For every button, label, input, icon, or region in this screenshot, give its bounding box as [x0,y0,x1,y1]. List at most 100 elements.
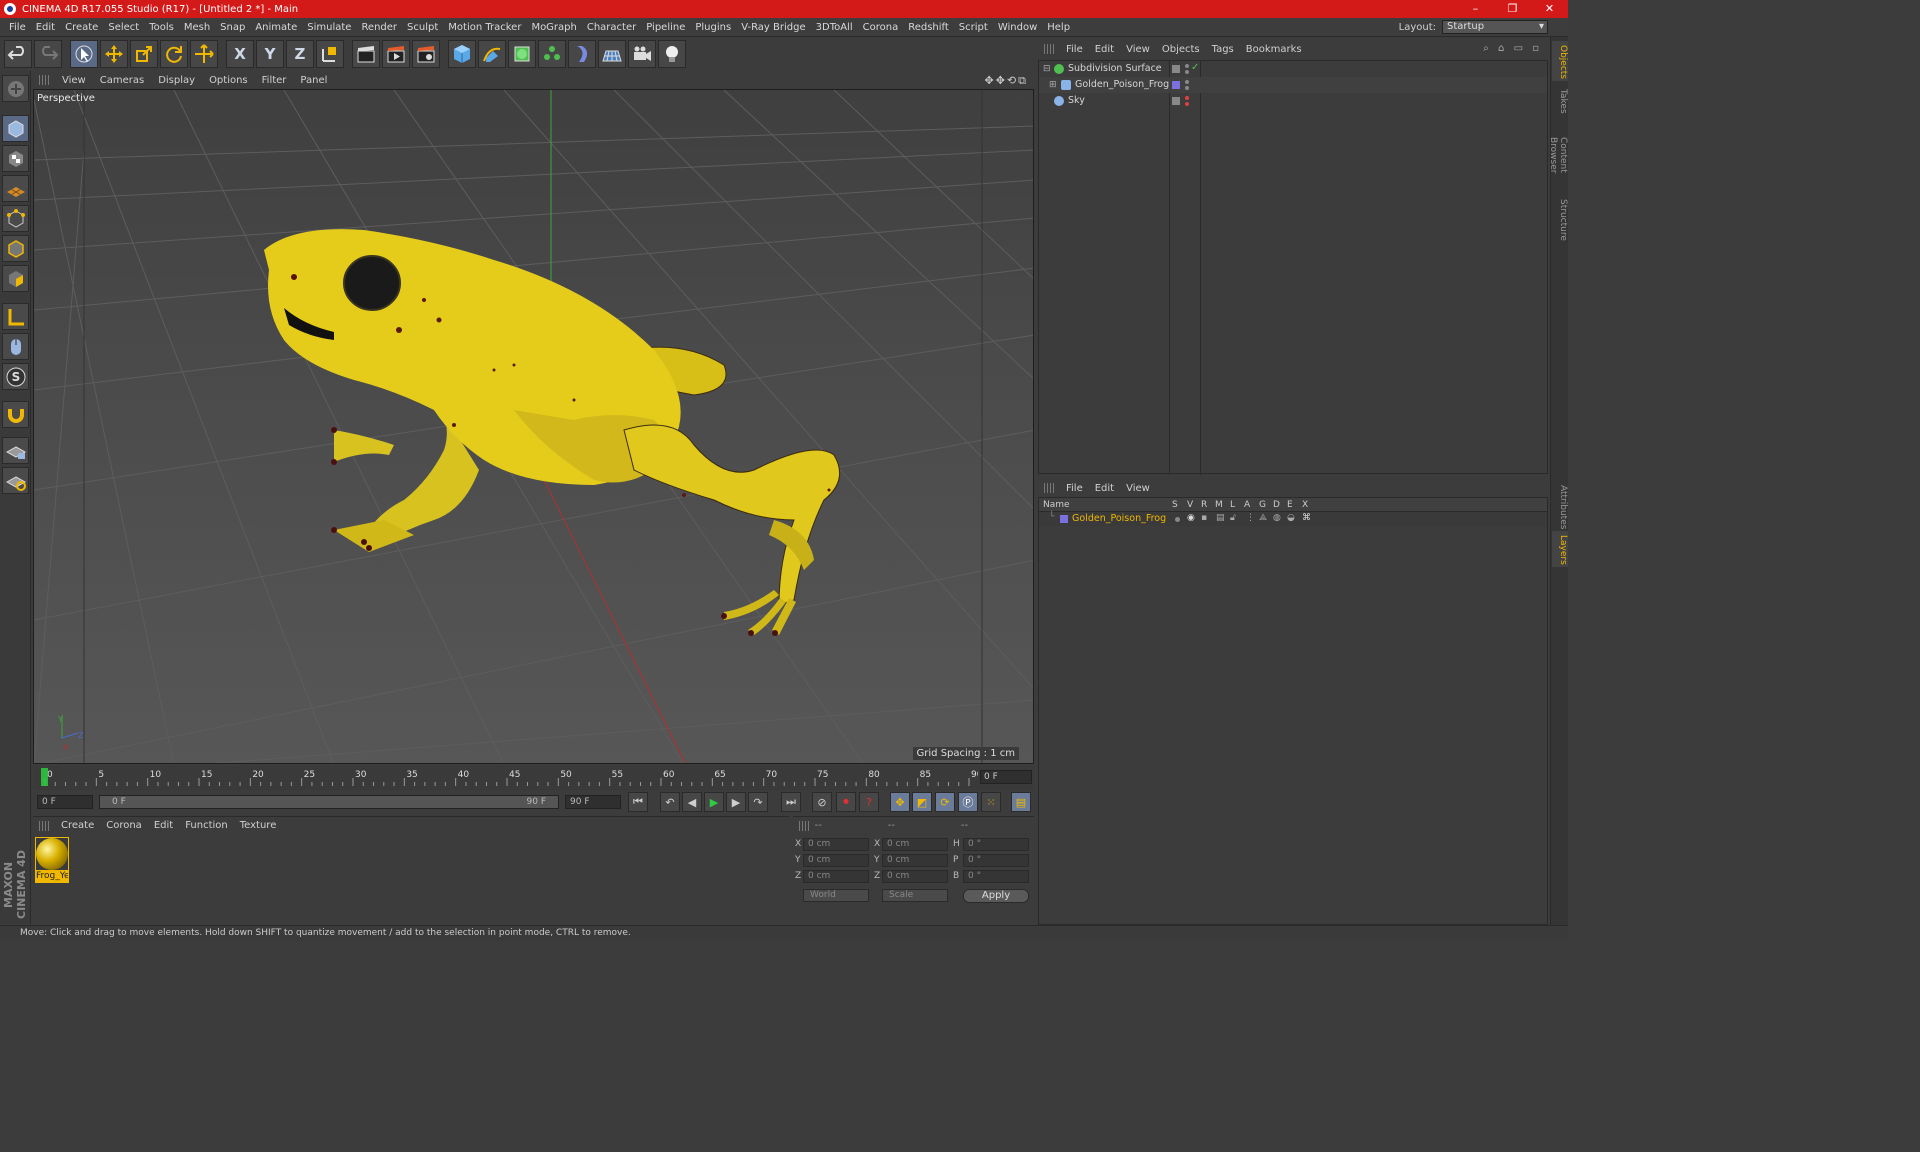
rotation-h-field[interactable]: 0 ° [963,838,1029,851]
object-row-sky[interactable]: Sky [1039,93,1547,109]
layer-column-render[interactable]: R [1201,500,1207,510]
layer-manager-icon[interactable]: ▤ [1216,513,1225,523]
make-editable-button[interactable] [2,75,29,102]
motion-path-button[interactable]: ⊘ [812,792,832,812]
objects-menu-file[interactable]: File [1060,44,1089,55]
menu-snap[interactable]: Snap [215,22,250,33]
close-button[interactable]: ✕ [1531,0,1568,18]
z-axis-lock-button[interactable]: Z [286,40,314,68]
start-frame-field[interactable]: 0 F [37,795,93,809]
go-to-start-button[interactable]: ⏮ [628,792,648,812]
restore-button[interactable]: ❐ [1494,0,1531,18]
floor-button[interactable] [598,40,626,68]
panel-grip-icon[interactable] [1044,44,1054,54]
timeline-ruler[interactable]: 051015202530354045505560657075808590 0 F [33,766,1034,790]
viewport-menu-display[interactable]: Display [151,75,202,86]
editor-visibility-dot[interactable] [1185,80,1189,84]
layer-column-deformers[interactable]: D [1273,500,1280,510]
layer-column-solo[interactable]: S [1172,500,1178,510]
layer-column-locked[interactable]: L [1230,500,1235,510]
objects-menu-objects[interactable]: Objects [1156,44,1206,55]
layer-xref-icon[interactable]: ⌘ [1302,513,1311,523]
texture-mode-button[interactable] [2,145,29,172]
current-frame-field[interactable]: 0 F [980,770,1032,784]
render-visibility-dot[interactable] [1185,102,1189,106]
apply-button[interactable]: Apply [963,889,1029,903]
render-picture-viewer-button[interactable] [382,40,410,68]
scale-tool-button[interactable] [130,40,158,68]
tab-objects[interactable]: Objects [1552,41,1568,81]
display-tag-icon[interactable] [1172,65,1180,73]
menu-sculpt[interactable]: Sculpt [402,22,443,33]
key-scale-button[interactable]: ◩ [912,792,932,812]
size-x-field[interactable]: 0 cm [882,838,948,851]
layer-solo-toggle[interactable] [1175,517,1180,522]
objects-menu-view[interactable]: View [1120,44,1156,55]
key-position-button[interactable]: ✥ [890,792,910,812]
minimize-button[interactable]: – [1457,0,1494,18]
layer-column-name[interactable]: Name [1043,500,1070,510]
layer-color-swatch[interactable] [1060,515,1068,523]
layer-animation-icon[interactable]: ⋮ [1246,513,1255,523]
expand-toggle-icon[interactable]: ⊞ [1049,80,1057,90]
layer-render-icon[interactable]: ▪ [1201,513,1207,523]
layer-generators-icon[interactable]: ⟁ [1259,513,1267,523]
layers-menu-file[interactable]: File [1060,483,1089,494]
transform-tool-button[interactable] [190,40,218,68]
subdivision-surface-button[interactable] [508,40,536,68]
model-mode-button[interactable] [2,115,29,142]
layout-dropdown[interactable]: Startup [1442,20,1548,34]
light-button[interactable] [658,40,686,68]
key-parameter-button[interactable]: Ⓟ [958,792,978,812]
workplane-rotate-button[interactable] [2,467,29,494]
render-visibility-dot[interactable] [1185,70,1189,74]
layer-column-manager[interactable]: M [1215,500,1223,510]
undo-button[interactable] [4,40,32,68]
objects-menu-edit[interactable]: Edit [1089,44,1120,55]
display-tag-icon[interactable] [1172,97,1180,105]
menu-select[interactable]: Select [103,22,144,33]
menu-simulate[interactable]: Simulate [302,22,356,33]
editor-visibility-dot[interactable] [1185,64,1189,68]
coordinate-system-button[interactable] [316,40,344,68]
camera-button[interactable] [628,40,656,68]
menu-mograph[interactable]: MoGraph [526,22,581,33]
material-swatch[interactable]: Frog_Ye [35,837,69,883]
next-key-button[interactable]: ↷ [748,792,768,812]
panel-grip-icon[interactable] [1044,483,1054,493]
workplane-lock-button[interactable] [2,437,29,464]
menu-character[interactable]: Character [582,22,641,33]
viewport-menu-cameras[interactable]: Cameras [93,75,151,86]
tab-takes[interactable]: Takes [1552,85,1568,115]
redo-button[interactable] [34,40,62,68]
menu-script[interactable]: Script [954,22,993,33]
edges-mode-button[interactable] [2,235,29,262]
object-row-golden-poison-frog[interactable]: ⊞ Golden_Poison_Frog [1039,77,1547,93]
deformer-button[interactable] [568,40,596,68]
key-pla-button[interactable]: ⁙ [981,792,1001,812]
material-menu-function[interactable]: Function [179,820,234,831]
viewport-menu-panel[interactable]: Panel [293,75,334,86]
menu-window[interactable]: Window [993,22,1042,33]
next-frame-button[interactable]: ▶ [726,792,746,812]
y-axis-lock-button[interactable]: Y [256,40,284,68]
menu-3dtoall[interactable]: 3DToAll [811,22,858,33]
enabled-check-icon[interactable]: ✓ [1191,62,1199,73]
material-menu-corona[interactable]: Corona [100,820,148,831]
layer-view-eye-icon[interactable]: ◉ [1187,513,1195,523]
viewport-menu-filter[interactable]: Filter [255,75,294,86]
layers-menu-edit[interactable]: Edit [1089,483,1120,494]
layer-lock-icon[interactable]: 🔓︎ [1230,513,1236,523]
size-mode-dropdown[interactable]: Scale [882,889,948,902]
layer-column-generators[interactable]: G [1259,500,1266,510]
layer-column-view[interactable]: V [1187,500,1193,510]
snapping-button[interactable]: S [2,363,29,390]
viewport-navigation-icons[interactable]: ✥✥⟲⧉ [984,74,1028,88]
tab-structure[interactable]: Structure [1552,195,1568,241]
workplane-mode-button[interactable] [2,175,29,202]
menu-vray-bridge[interactable]: V-Ray Bridge [736,22,810,33]
menu-animate[interactable]: Animate [250,22,302,33]
cube-primitive-button[interactable] [448,40,476,68]
autokey-button[interactable]: ? [859,792,879,812]
material-menu-texture[interactable]: Texture [234,820,283,831]
